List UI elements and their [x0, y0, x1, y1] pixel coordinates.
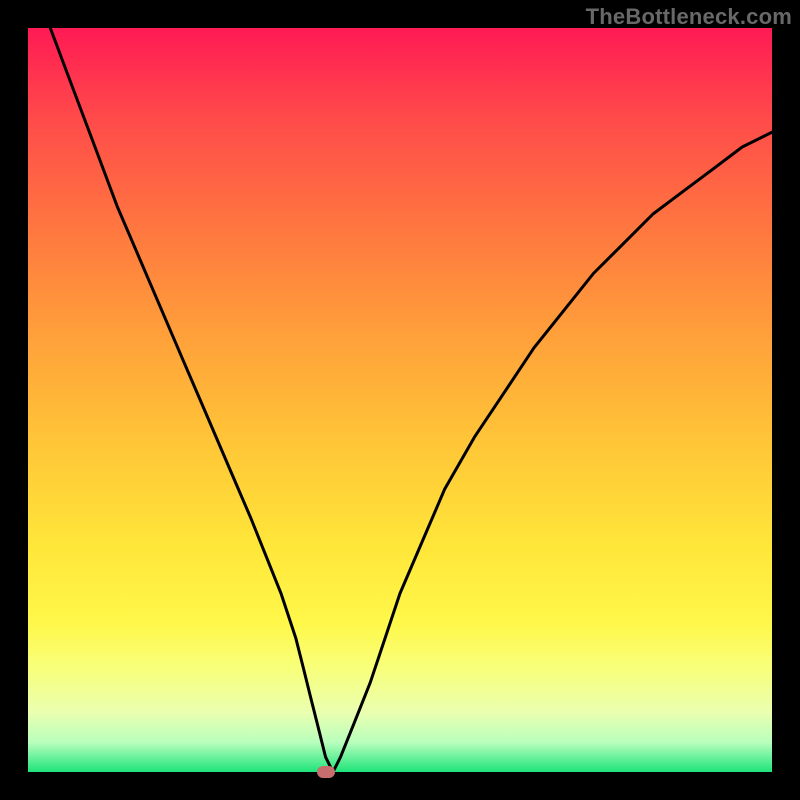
chart-plot-area	[28, 28, 772, 772]
optimal-point-marker	[317, 766, 335, 778]
watermark-text: TheBottleneck.com	[586, 4, 792, 30]
chart-frame: TheBottleneck.com	[0, 0, 800, 800]
bottleneck-curve	[28, 28, 772, 772]
